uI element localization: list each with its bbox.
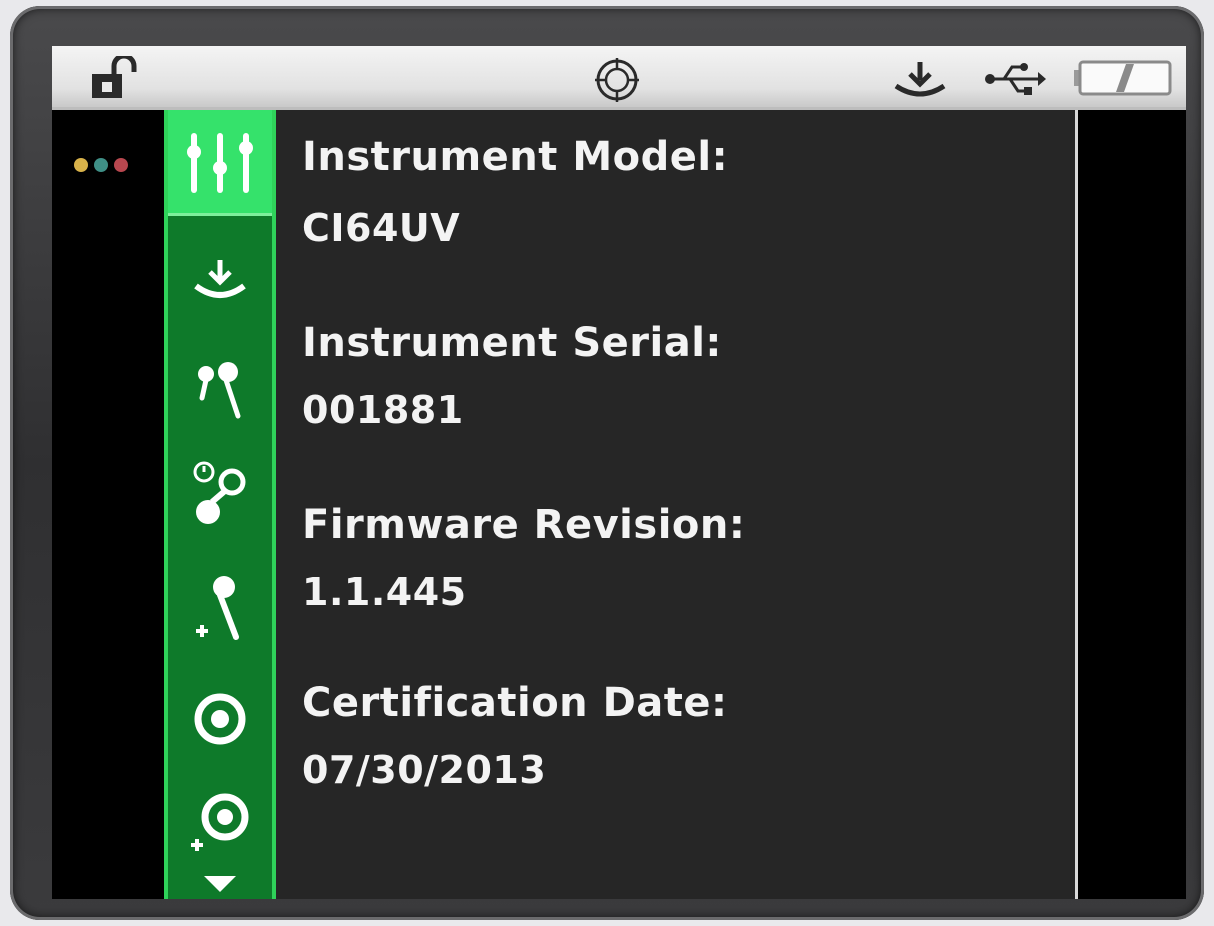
- certification-date-label: Certification Date:: [302, 680, 728, 726]
- indicator-dot-teal: [94, 158, 108, 172]
- instrument-model-value: CI64UV: [302, 206, 461, 250]
- indicator-dot-yellow: [74, 158, 88, 172]
- target-circle-icon: [194, 693, 246, 745]
- indicator-dot-red: [114, 158, 128, 172]
- sidebar-item-download[interactable]: [168, 250, 272, 310]
- instrument-info-panel: Instrument Model: CI64UV Instrument Seri…: [276, 110, 1078, 899]
- add-probe-icon: [196, 576, 239, 640]
- add-target-icon: [191, 793, 249, 851]
- sidebar-item-settings[interactable]: [168, 110, 272, 216]
- download-icon[interactable]: [892, 60, 948, 100]
- battery-icon: [1074, 60, 1172, 96]
- target-icon[interactable]: [592, 56, 642, 104]
- sidebar-item-probes[interactable]: [168, 348, 272, 430]
- download-icon: [194, 260, 246, 298]
- usb-icon[interactable]: [982, 62, 1046, 96]
- sidebar-item-add-target[interactable]: [168, 776, 272, 866]
- sidebar-scroll-down[interactable]: [168, 870, 272, 896]
- firmware-revision-label: Firmware Revision:: [302, 502, 746, 548]
- probe-timer-icon: [193, 461, 246, 524]
- sidebar-item-target[interactable]: [168, 684, 272, 754]
- instrument-model-label: Instrument Model:: [302, 134, 729, 180]
- unlock-icon[interactable]: [88, 56, 144, 100]
- sliders-icon: [187, 132, 253, 193]
- indicator-dots: [74, 158, 128, 172]
- status-bar: [52, 46, 1186, 110]
- scroll-down-icon: [204, 876, 236, 892]
- sidebar-item-probe-timer[interactable]: [168, 448, 272, 538]
- sidebar: [164, 110, 276, 899]
- instrument-serial-value: 001881: [302, 388, 464, 432]
- instrument-serial-label: Instrument Serial:: [302, 320, 722, 366]
- device-bezel: Instrument Model: CI64UV Instrument Seri…: [10, 6, 1204, 920]
- device-screen: Instrument Model: CI64UV Instrument Seri…: [52, 46, 1186, 899]
- certification-date-value: 07/30/2013: [302, 748, 547, 792]
- firmware-revision-value: 1.1.445: [302, 570, 467, 614]
- sidebar-item-add-probe[interactable]: [168, 562, 272, 654]
- probes-icon: [198, 362, 241, 419]
